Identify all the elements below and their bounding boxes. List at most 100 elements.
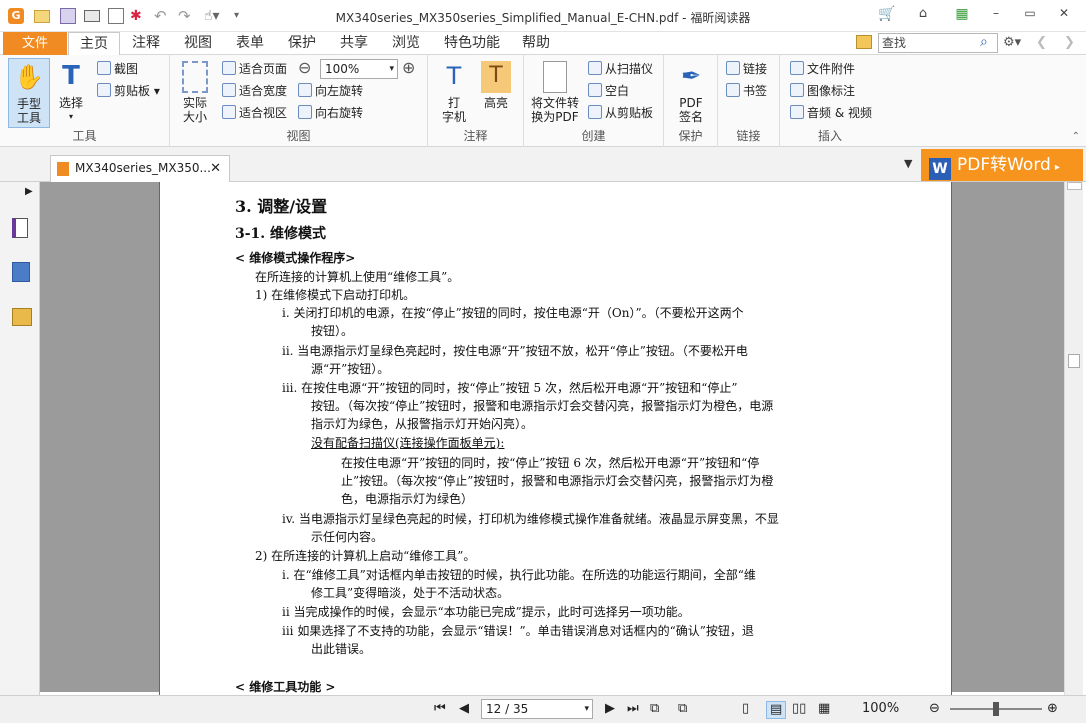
step-1-ii-line2: 源“开”按钮）。: [311, 362, 390, 376]
from-clipboard-button[interactable]: 从剪贴板: [588, 103, 653, 123]
next-page-icon[interactable]: ▶: [605, 701, 615, 717]
rotate-right-button[interactable]: 向右旋转: [298, 103, 363, 123]
pdf-to-word-button[interactable]: W PDF转Word ▸: [921, 149, 1083, 181]
group-links: 链接 书签 链接: [718, 55, 780, 147]
status-zoom-in-icon[interactable]: ⊕: [1047, 701, 1058, 717]
tools-functions-title: < 维修工具功能 >: [235, 680, 336, 694]
step-2: 2) 在所连接的计算机上启动“维修工具”。: [255, 549, 476, 563]
scanner-icon: [588, 61, 602, 75]
tab-share[interactable]: 共享: [330, 32, 378, 55]
select-tool-label: 选择: [58, 96, 83, 110]
collapse-ribbon-icon[interactable]: ⌃: [1072, 131, 1080, 142]
bookmarks-panel-icon[interactable]: [12, 218, 28, 238]
select-text-icon: T: [62, 61, 80, 91]
tab-features[interactable]: 特色功能: [434, 32, 510, 55]
next-view-icon[interactable]: ⧉: [678, 701, 687, 717]
zoom-level-text: 100%: [862, 701, 900, 716]
pdf-file-icon: [57, 162, 69, 176]
step-1-i-line1: i. 关闭打印机的电源，在按“停止”按钮的同时，按住电源“开（On）”。（不要松…: [282, 306, 744, 320]
zoom-in-icon[interactable]: ⊕: [402, 58, 415, 77]
comments-panel-icon[interactable]: [12, 308, 32, 326]
restore-button[interactable]: ▭: [1019, 6, 1041, 24]
typewriter-button[interactable]: T 打 字机: [438, 61, 470, 124]
tab-view[interactable]: 视图: [174, 32, 222, 55]
first-page-icon[interactable]: ⏮: [434, 701, 446, 717]
fit-visible-icon: [222, 105, 236, 119]
pdf-sign-button[interactable]: ✒ PDF 签名: [672, 61, 710, 124]
word-icon: W: [929, 158, 951, 180]
convert-to-pdf-button[interactable]: 将文件转 换为PDF: [530, 61, 580, 124]
document-tab[interactable]: MX340series_MX350... ✕: [50, 155, 230, 182]
clipboard-button[interactable]: 剪贴板 ▾: [97, 81, 160, 101]
close-button[interactable]: ✕: [1053, 6, 1075, 24]
tab-form[interactable]: 表单: [226, 32, 274, 55]
grid-icon[interactable]: ▦: [950, 6, 974, 24]
image-annotation-button[interactable]: 图像标注: [790, 81, 855, 101]
continuous-facing-icon[interactable]: ▦: [818, 701, 830, 717]
snapshot-button[interactable]: 截图: [97, 59, 138, 79]
tab-home[interactable]: 主页: [68, 32, 120, 56]
link-label: 链接: [743, 62, 768, 76]
close-tab-icon[interactable]: ✕: [210, 156, 221, 181]
previous-view-icon[interactable]: ⧉: [650, 701, 659, 717]
tab-file[interactable]: 文件: [3, 32, 67, 55]
minimize-button[interactable]: –: [985, 6, 1007, 24]
find-folder-icon[interactable]: [856, 35, 872, 49]
last-page-icon[interactable]: ⏭: [627, 701, 639, 717]
tab-list-dropdown-icon[interactable]: ▼: [904, 157, 912, 170]
nav-back-icon[interactable]: ❮: [1036, 35, 1047, 50]
step-1-iv-line2: 示任何内容。: [311, 530, 384, 544]
step-2-i-line2: 修工具”变得暗淡，处于不活动状态。: [311, 586, 510, 600]
nav-forward-icon[interactable]: ❯: [1064, 35, 1075, 50]
step-1-iv-line1: iv. 当电源指示灯呈绿色亮起的时候，打印机为维修模式操作准备就绪。液晶显示屏变…: [282, 512, 779, 526]
from-scanner-button[interactable]: 从扫描仪: [588, 59, 653, 79]
settings-gear-icon[interactable]: ⚙▾: [1003, 35, 1021, 50]
blank-button[interactable]: 空白: [588, 81, 629, 101]
group-insert: 文件附件 图像标注 音频 & 视频 插入: [780, 55, 880, 147]
scrollbar-thumb[interactable]: [1068, 354, 1080, 368]
bookmark-button[interactable]: 书签: [726, 81, 767, 101]
facing-page-icon[interactable]: ▯▯: [792, 701, 806, 717]
skin-icon[interactable]: ⌂: [912, 6, 934, 24]
audio-video-button[interactable]: 音频 & 视频: [790, 103, 872, 123]
tab-comment[interactable]: 注释: [122, 32, 170, 55]
select-tool-button[interactable]: T 选择 ▾: [54, 61, 88, 124]
fit-page-button[interactable]: 适合页面: [222, 59, 287, 79]
search-icon[interactable]: ⌕: [980, 34, 988, 50]
fit-visible-button[interactable]: 适合视区: [222, 103, 287, 123]
tab-protect[interactable]: 保护: [278, 32, 326, 55]
fit-visible-label: 适合视区: [239, 106, 288, 120]
prev-page-icon[interactable]: ◀: [459, 701, 469, 717]
continuous-page-icon[interactable]: ▤: [766, 701, 787, 719]
zoom-select[interactable]: 100% ▾: [320, 59, 398, 79]
scroll-up-icon[interactable]: [1067, 182, 1082, 190]
single-page-icon[interactable]: ▯: [742, 701, 749, 717]
highlight-button[interactable]: T 高亮: [480, 61, 512, 110]
step-2-i-line1: i. 在“维修工具”对话框内单击按钮的时候，执行此功能。在所选的功能运行期间，全…: [282, 568, 756, 582]
expand-sidebar-icon[interactable]: ▶: [25, 186, 33, 197]
globe-link-icon: [726, 61, 740, 75]
pdf-page: 3. 调整/设置 3-1. 维修模式 < 维修模式操作程序> 在所连接的计算机上…: [159, 182, 952, 697]
tab-browse[interactable]: 浏览: [382, 32, 430, 55]
rotate-left-button[interactable]: 向左旋转: [298, 81, 363, 101]
link-button[interactable]: 链接: [726, 59, 767, 79]
pages-panel-icon[interactable]: [12, 262, 30, 282]
title-bar: G ✱ ↶ ↷ ☝▾ ▾ MX340series_MX350series_Sim…: [0, 0, 1086, 32]
cart-icon[interactable]: 🛒: [876, 6, 898, 24]
blank-page-icon: [588, 83, 602, 97]
zoom-slider-thumb[interactable]: [993, 702, 999, 716]
page-number-input[interactable]: 12 / 35 ▾: [481, 699, 593, 719]
tab-help[interactable]: 帮助: [514, 32, 558, 55]
hand-tool-button[interactable]: ✋ 手型 工具: [8, 58, 50, 128]
step-1-iii-line1: iii. 在按住电源“开”按钮的同时，按“停止”按钮 5 次，然后松开电源“开”…: [282, 381, 738, 395]
status-zoom-out-icon[interactable]: ⊖: [929, 701, 940, 717]
zoom-out-icon[interactable]: ⊖: [298, 58, 311, 77]
step-1-iii-line3: 指示灯为绿色，从报警指示灯开始闪亮）。: [311, 417, 534, 431]
rotate-left-label: 向左旋转: [315, 84, 364, 98]
group-create: 将文件转 换为PDF 从扫描仪 空白 从剪贴板 创建: [524, 55, 664, 147]
vertical-scrollbar[interactable]: [1064, 182, 1083, 697]
file-attachment-button[interactable]: 文件附件: [790, 59, 855, 79]
highlight-label: 高亮: [483, 96, 508, 110]
actual-size-button[interactable]: 实际 大小: [178, 61, 212, 124]
fit-width-button[interactable]: 适合宽度: [222, 81, 287, 101]
